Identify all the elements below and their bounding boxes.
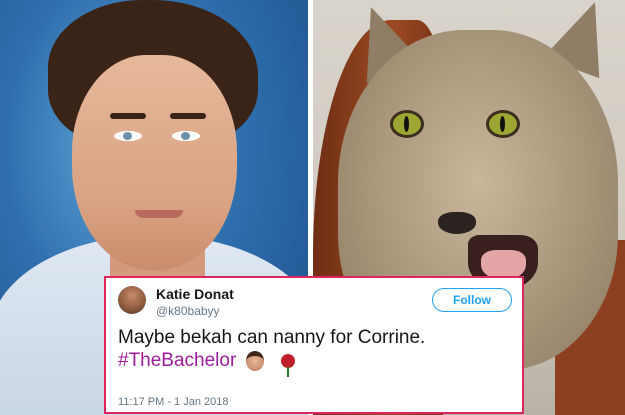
man-face-emoji-icon: [245, 351, 264, 372]
man-mouth: [135, 210, 183, 218]
rose-emoji-icon: [280, 354, 295, 378]
lynx-nose: [438, 212, 476, 234]
tweet-timestamp[interactable]: 11:17 PM - 1 Jan 2018: [118, 396, 228, 408]
display-name[interactable]: Katie Donat: [156, 286, 234, 302]
tweet-text: Maybe bekah can nanny for Corrine. #TheB…: [118, 326, 426, 378]
tweet-text-line1: Maybe bekah can nanny for Corrine.: [118, 327, 426, 348]
tweet-card: Katie Donat @k80babyy Follow Maybe bekah…: [104, 276, 524, 414]
hashtag-link[interactable]: #TheBachelor: [118, 350, 236, 371]
right-brow: [170, 113, 206, 119]
avatar[interactable]: [118, 286, 146, 314]
right-eye: [172, 131, 200, 141]
user-handle[interactable]: @k80babyy: [156, 304, 220, 318]
tweet-text-line2: #TheBachelor: [118, 349, 425, 378]
left-eye: [114, 131, 142, 141]
lynx-right-eye: [486, 110, 520, 138]
follow-button[interactable]: Follow: [432, 288, 512, 312]
emoji-row: [245, 349, 295, 378]
lynx-left-eye: [390, 110, 424, 138]
left-brow: [110, 113, 146, 119]
man-face: [72, 55, 237, 270]
